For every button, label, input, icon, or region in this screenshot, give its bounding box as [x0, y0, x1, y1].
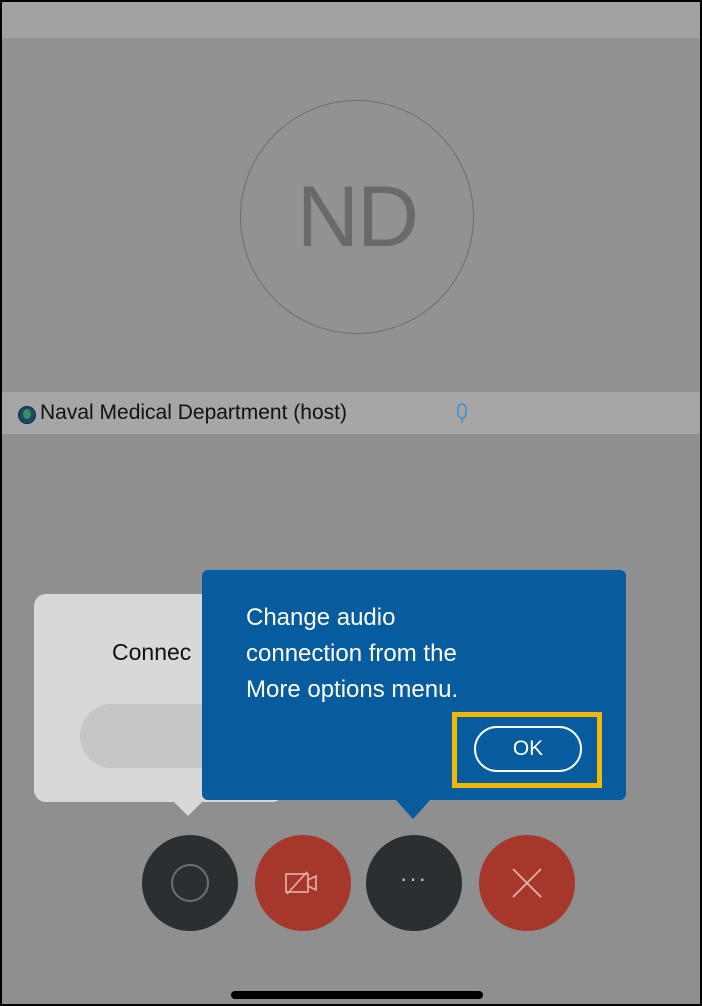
- more-options-button[interactable]: ···: [366, 835, 462, 931]
- video-toggle-button[interactable]: [255, 835, 351, 931]
- microphone-icon: [457, 403, 467, 423]
- participant-video-area: ND: [2, 38, 700, 392]
- connect-popup-pointer: [172, 800, 204, 816]
- audio-button[interactable]: [142, 835, 238, 931]
- tooltip-message: Change audio connection from the More op…: [246, 604, 459, 703]
- presence-status-icon: [18, 406, 36, 424]
- home-indicator[interactable]: [231, 991, 483, 999]
- participant-name-bar: Naval Medical Department (host): [2, 392, 700, 434]
- ok-button-label: OK: [512, 737, 544, 760]
- connect-popup-title: Connec: [112, 639, 192, 665]
- audio-tip-tooltip: Change audio connection from the More op…: [202, 570, 626, 800]
- participant-avatar: ND: [240, 100, 474, 334]
- end-call-button[interactable]: [479, 835, 575, 931]
- tooltip-pointer: [395, 799, 431, 819]
- audio-icon: [171, 864, 209, 902]
- ok-button[interactable]: OK: [474, 726, 582, 772]
- participant-name: Naval Medical Department (host): [40, 401, 347, 424]
- avatar-initials: ND: [296, 168, 419, 265]
- meeting-screen: ND Naval Medical Department (host) Conne…: [0, 0, 702, 1006]
- close-icon: [512, 868, 542, 898]
- more-options-icon: ···: [400, 866, 428, 891]
- video-off-icon: [285, 871, 317, 895]
- top-band: [2, 2, 700, 38]
